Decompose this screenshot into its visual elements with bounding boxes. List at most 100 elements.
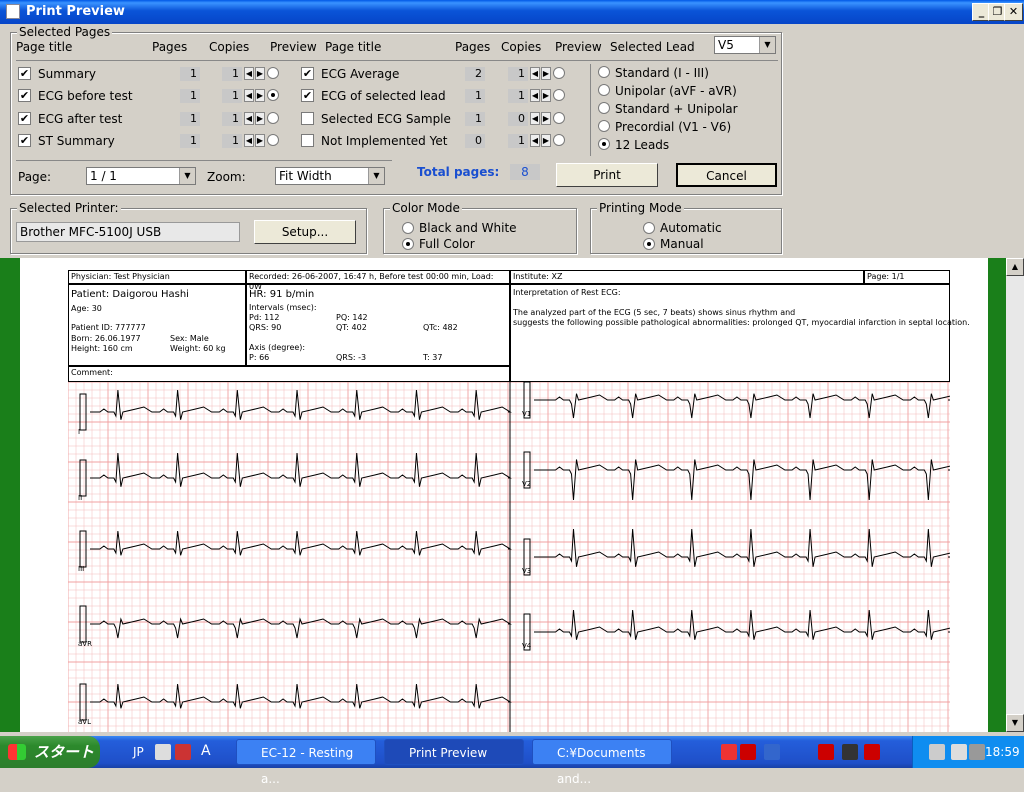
- decrease-copies-icon[interactable]: ◀: [244, 67, 254, 80]
- decrease-copies-icon[interactable]: ◀: [530, 134, 540, 147]
- color_mode-radio[interactable]: [402, 238, 414, 250]
- decrease-copies-icon[interactable]: ◀: [530, 112, 540, 125]
- preview-radio[interactable]: [553, 112, 565, 124]
- intervals-title: Intervals (msec):: [249, 303, 317, 312]
- color_mode-radio[interactable]: [402, 222, 414, 234]
- preview-radio[interactable]: [267, 112, 279, 124]
- axis-title: Axis (degree):: [249, 343, 306, 352]
- globe-icon[interactable]: [764, 744, 780, 760]
- page-label: Page:: [18, 170, 52, 184]
- total-pages-value: 8: [510, 164, 540, 180]
- recorded-field: Recorded: 26-06-2007, 16:47 h, Before te…: [246, 270, 510, 291]
- interpretation-title: Interpretation of Rest ECG:: [513, 288, 621, 297]
- printer-name: Brother MFC-5100J USB: [16, 222, 240, 242]
- increase-copies-icon[interactable]: ▶: [255, 134, 265, 147]
- task-documents[interactable]: C:¥Documents and...: [532, 739, 672, 786]
- setup-button[interactable]: Setup...: [254, 220, 356, 244]
- copies-value[interactable]: 1: [508, 134, 528, 148]
- page-checkbox[interactable]: [301, 134, 314, 147]
- zoom-select[interactable]: Fit Width ▼: [275, 167, 385, 185]
- page-checkbox[interactable]: ✔: [18, 67, 31, 80]
- network-icon[interactable]: [929, 744, 945, 760]
- page-checkbox[interactable]: ✔: [301, 89, 314, 102]
- copies-value[interactable]: 1: [508, 67, 528, 81]
- printing_mode-radio[interactable]: [643, 238, 655, 250]
- keyboard-icon[interactable]: [155, 744, 171, 760]
- page-checkbox[interactable]: ✔: [18, 89, 31, 102]
- page-checkbox[interactable]: ✔: [18, 112, 31, 125]
- page-checkbox[interactable]: ✔: [18, 134, 31, 147]
- copies-value[interactable]: 1: [222, 134, 242, 148]
- preview-left-border: [0, 258, 20, 732]
- copies-value[interactable]: 0: [508, 112, 528, 126]
- print-button[interactable]: Print: [556, 163, 658, 187]
- printer-app-icon: [6, 4, 20, 19]
- close-button[interactable]: ✕: [1004, 3, 1023, 21]
- page-select-value: 1 / 1: [90, 169, 117, 183]
- increase-copies-icon[interactable]: ▶: [541, 89, 551, 102]
- increase-copies-icon[interactable]: ▶: [255, 89, 265, 102]
- patient-sex: Sex: Male: [170, 334, 209, 343]
- printing_mode-radio[interactable]: [643, 222, 655, 234]
- zoom-select-value: Fit Width: [279, 169, 332, 183]
- page-checkbox[interactable]: [301, 112, 314, 125]
- ime-mode-icon[interactable]: A: [201, 743, 211, 759]
- tray-icon[interactable]: [951, 744, 967, 760]
- terminal-icon[interactable]: [842, 744, 858, 760]
- preview-radio[interactable]: [553, 134, 565, 146]
- lead-label: I: [78, 428, 80, 436]
- language-indicator[interactable]: JP: [133, 745, 144, 759]
- task-ec12[interactable]: EC-12 - Resting a...: [236, 739, 376, 786]
- task-print-preview[interactable]: Print Preview: [384, 739, 524, 765]
- pdf-icon[interactable]: [818, 744, 834, 760]
- ecg-trace-right: [534, 609, 950, 640]
- decrease-copies-icon[interactable]: ◀: [244, 134, 254, 147]
- preview-radio[interactable]: [267, 134, 279, 146]
- decrease-copies-icon[interactable]: ◀: [244, 112, 254, 125]
- lead-radio[interactable]: [598, 138, 610, 150]
- preview-radio[interactable]: [267, 89, 279, 101]
- print-preview-area[interactable]: Physician: Test Physician Recorded: 26-0…: [0, 258, 1024, 732]
- quicklaunch-app-icon[interactable]: [721, 744, 737, 760]
- header-selected-lead: Selected Lead: [610, 40, 695, 54]
- lead-label: III: [78, 565, 84, 573]
- cancel-button[interactable]: Cancel: [676, 163, 777, 187]
- page-checkbox[interactable]: ✔: [301, 67, 314, 80]
- copies-value[interactable]: 1: [222, 67, 242, 81]
- lead-radio[interactable]: [598, 84, 610, 96]
- preview-radio[interactable]: [553, 67, 565, 79]
- page-field: Page: 1/1: [864, 270, 950, 284]
- increase-copies-icon[interactable]: ▶: [541, 67, 551, 80]
- decrease-copies-icon[interactable]: ◀: [244, 89, 254, 102]
- scroll-up-icon[interactable]: ▲: [1006, 258, 1024, 276]
- increase-copies-icon[interactable]: ▶: [541, 134, 551, 147]
- copies-value[interactable]: 1: [222, 89, 242, 103]
- pages-count: 1: [465, 89, 485, 103]
- scroll-down-icon[interactable]: ▼: [1006, 714, 1024, 732]
- pdf-icon[interactable]: [740, 744, 756, 760]
- pages-count: 2: [465, 67, 485, 81]
- pdf-icon[interactable]: [864, 744, 880, 760]
- ime-icon[interactable]: [175, 744, 191, 760]
- preview-radio[interactable]: [267, 67, 279, 79]
- lead-radio[interactable]: [598, 120, 610, 132]
- increase-copies-icon[interactable]: ▶: [255, 112, 265, 125]
- copies-value[interactable]: 1: [508, 89, 528, 103]
- page-select[interactable]: 1 / 1 ▼: [86, 167, 196, 185]
- patient-id: Patient ID: 777777: [71, 323, 146, 332]
- page-title-label: ECG before test: [38, 89, 133, 103]
- copies-value[interactable]: 1: [222, 112, 242, 126]
- vertical-scrollbar[interactable]: ▲ ▼: [1006, 258, 1024, 732]
- decrease-copies-icon[interactable]: ◀: [530, 89, 540, 102]
- decrease-copies-icon[interactable]: ◀: [530, 67, 540, 80]
- increase-copies-icon[interactable]: ▶: [541, 112, 551, 125]
- lead-select[interactable]: V5 ▼: [714, 36, 776, 54]
- lead-radio[interactable]: [598, 66, 610, 78]
- increase-copies-icon[interactable]: ▶: [255, 67, 265, 80]
- lead-option-label: Unipolar (aVF - aVR): [615, 84, 737, 98]
- lead-radio[interactable]: [598, 102, 610, 114]
- calibration-pulse: [79, 605, 87, 643]
- preview-radio[interactable]: [553, 89, 565, 101]
- volume-icon[interactable]: [969, 744, 985, 760]
- lead-select-value: V5: [718, 38, 734, 52]
